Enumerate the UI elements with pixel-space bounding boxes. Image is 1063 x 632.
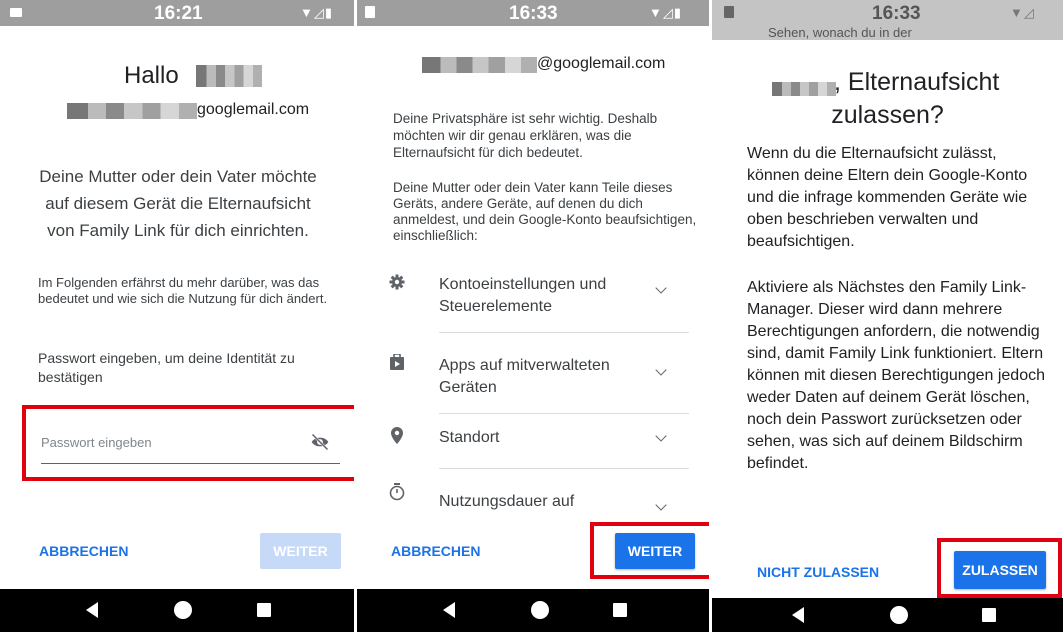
email-suffix: googlemail.com <box>197 101 310 118</box>
recents-icon[interactable] <box>613 603 627 617</box>
divider <box>439 468 689 469</box>
status-time: 16:33 <box>509 3 558 24</box>
list-item-label: Nutzungsdauer auf <box>439 493 575 510</box>
briefcase-icon <box>390 354 404 370</box>
signal-battery-icon: ▼◿ <box>1010 5 1035 20</box>
status-time: 16:21 <box>154 3 203 24</box>
chevron-down-icon <box>655 430 667 442</box>
highlight-box <box>22 405 354 481</box>
blurred-name <box>196 65 262 87</box>
screen-password: 16:21 ▼◿▮ Hallo googlemail.com Deine Mut… <box>0 0 354 632</box>
image-icon <box>724 6 734 18</box>
navigation-bar <box>712 598 1063 632</box>
blurred-email <box>67 103 197 119</box>
home-icon[interactable] <box>890 606 908 624</box>
info-text: Im Folgenden erfährst du mehr darüber, w… <box>38 275 328 306</box>
chevron-down-icon <box>655 499 667 511</box>
recents-icon[interactable] <box>257 603 271 617</box>
location-pin-icon <box>391 427 403 444</box>
divider <box>439 332 689 333</box>
divider <box>439 413 689 414</box>
chevron-down-icon <box>655 282 667 294</box>
list-item-label: Standort <box>439 429 500 446</box>
blurred-name <box>772 82 836 96</box>
home-icon[interactable] <box>531 601 549 619</box>
allow-paragraph: Wenn du die Elternaufsicht zulässt, könn… <box>747 145 1028 250</box>
list-item-account-settings[interactable]: Kontoeinstellungen und Steuerelemente <box>387 268 689 332</box>
screen-privacy-info: 16:33 ▼◿▮ @googlemail.com Deine Privatsp… <box>357 0 709 632</box>
list-item-location[interactable]: Standort <box>387 424 689 468</box>
list-item-label: Kontoeinstellungen und Steuerelemente <box>439 276 607 315</box>
scroll-hint-text: Sehen, wonach du in der <box>768 25 912 40</box>
email-suffix: @googlemail.com <box>537 55 666 72</box>
privacy-paragraph: Deine Privatsphäre ist sehr wichtig. Des… <box>393 111 658 160</box>
cancel-button[interactable]: ABBRECHEN <box>39 543 128 559</box>
deny-button[interactable]: NICHT ZULASSEN <box>757 564 879 580</box>
status-bar: 16:33 ▼◿ Sehen, wonach du in der <box>712 0 1063 40</box>
status-bar: 16:21 ▼◿▮ <box>0 0 354 26</box>
chevron-down-icon <box>655 364 667 376</box>
supervision-paragraph: Deine Mutter oder dein Vater kann Teile … <box>393 180 697 243</box>
navigation-bar <box>357 589 709 632</box>
title-line-2: zulassen? <box>831 101 944 129</box>
next-button[interactable]: WEITER <box>260 533 341 569</box>
status-time: 16:33 <box>872 3 921 24</box>
cancel-button[interactable]: ABBRECHEN <box>391 543 480 559</box>
gear-icon <box>389 274 405 290</box>
family-link-paragraph: Aktiviere als Nächstes den Family Link-M… <box>747 279 1045 472</box>
home-icon[interactable] <box>174 601 192 619</box>
back-icon[interactable] <box>86 602 98 618</box>
status-bar: 16:33 ▼◿▮ <box>357 0 709 26</box>
recents-icon[interactable] <box>982 608 996 622</box>
screen-allow-supervision: 16:33 ▼◿ Sehen, wonach du in der , Elter… <box>712 0 1063 632</box>
greeting: Hallo <box>124 62 179 89</box>
list-item-screen-time[interactable]: Nutzungsdauer auf <box>387 483 689 523</box>
title-line-1: , Elternaufsicht <box>834 68 1000 96</box>
list-item-label: Apps auf mitverwalteten Geräten <box>439 357 610 396</box>
back-icon[interactable] <box>443 602 455 618</box>
blurred-email <box>422 57 537 73</box>
highlight-box <box>590 522 709 579</box>
highlight-box <box>937 538 1062 598</box>
signal-battery-icon: ▼◿▮ <box>649 5 683 20</box>
list-item-apps[interactable]: Apps auf mitverwalteten Geräten <box>387 350 689 414</box>
signal-battery-icon: ▼◿▮ <box>300 5 334 20</box>
back-icon[interactable] <box>792 607 804 623</box>
video-icon <box>10 8 22 17</box>
intro-text: Deine Mutter oder dein Vater möchte auf … <box>39 167 317 240</box>
navigation-bar <box>0 589 354 632</box>
timer-icon <box>389 483 405 501</box>
password-prompt: Passwort eingeben, um deine Identität zu… <box>38 350 295 385</box>
image-icon <box>365 6 375 18</box>
